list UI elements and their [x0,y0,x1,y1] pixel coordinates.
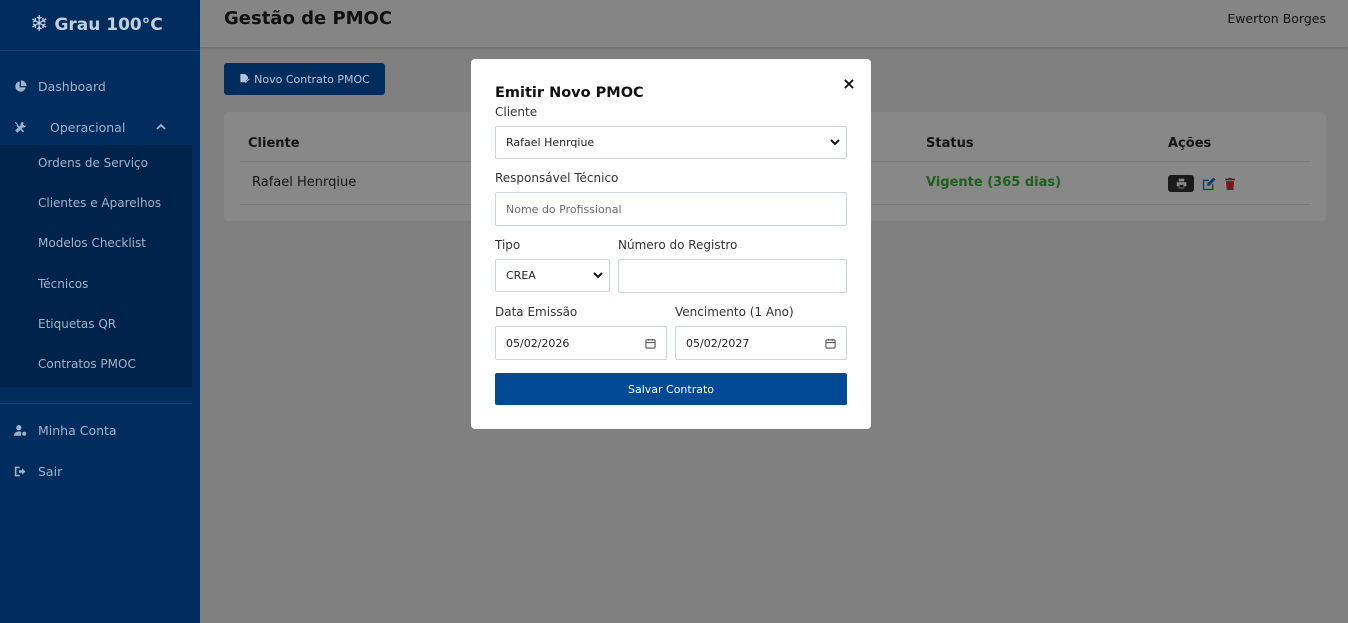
sidebar-item-label: Dashboard [38,78,106,94]
trash-icon [1225,177,1235,190]
sign-out-icon [12,463,28,479]
user-cog-icon [12,422,28,438]
emissao-value: 05/02/2026 [506,336,570,350]
sidebar-item-label: Operacional [50,119,126,135]
header-acoes: Ações [1168,136,1212,151]
chart-pie-icon [12,78,28,94]
sidebar-item-label: Sair [38,463,63,479]
registro-input[interactable] [618,259,847,293]
new-contract-label: Novo Contrato PMOC [254,72,370,86]
submenu-item-clientes[interactable]: Clientes e Aparelhos [38,193,161,213]
submenu-item-ordens[interactable]: Ordens de Serviço [38,153,148,173]
responsavel-label: Responsável Técnico [495,171,619,185]
chevron-up-icon [156,107,166,147]
brand-name: Grau 100°C [54,15,163,35]
save-contract-button[interactable]: Salvar Contrato [495,373,847,405]
calendar-icon[interactable] [825,338,836,352]
edit-icon [1202,176,1216,190]
print-button[interactable] [1168,175,1194,192]
sidebar: ❄ Grau 100°C Dashboard Operacional Orden… [0,0,200,623]
tipo-select[interactable]: CREA [495,259,610,292]
submenu-item-etiquetas[interactable]: Etiquetas QR [38,314,116,334]
cliente-select[interactable]: Rafael Henrqiue [495,126,847,159]
submenu-operacional: Ordens de Serviço Clientes e Aparelhos M… [0,145,192,387]
tipo-select-value: CREA [506,269,536,282]
vencimento-date-input[interactable]: 05/02/2027 [675,326,847,360]
snowflake-icon: ❄ [30,12,49,37]
delete-button[interactable] [1222,175,1238,192]
sidebar-item-operacional[interactable]: Operacional [0,107,200,147]
topbar: Gestão de PMOC Ewerton Borges [200,0,1348,47]
emissao-date-input[interactable]: 05/02/2026 [495,326,667,360]
submenu-item-modelos[interactable]: Modelos Checklist [38,233,146,253]
new-contract-button[interactable]: Novo Contrato PMOC [224,63,385,95]
sidebar-divider [0,403,192,404]
header-cliente: Cliente [248,136,300,151]
vencimento-value: 05/02/2027 [686,336,750,350]
sidebar-item-dashboard[interactable]: Dashboard [0,66,200,106]
registro-label: Número do Registro [618,238,738,252]
edit-button[interactable] [1200,175,1218,192]
print-icon [1176,178,1186,189]
sidebar-item-label: Minha Conta [38,422,117,438]
tools-icon [12,119,28,135]
modal-title: Emitir Novo PMOC [495,85,644,101]
header-status: Status [926,136,974,151]
new-pmoc-modal: Emitir Novo PMOC × Cliente Rafael Henrqi… [471,59,871,429]
chevron-down-icon [830,137,840,150]
file-signature-icon [240,73,250,83]
sidebar-item-sair[interactable]: Sair [0,451,200,491]
close-icon[interactable]: × [842,75,856,93]
row-cliente: Rafael Henrqiue [252,175,357,190]
tipo-label: Tipo [495,238,521,252]
user-name[interactable]: Ewerton Borges [1227,11,1326,26]
page-title: Gestão de PMOC [224,8,393,29]
calendar-icon[interactable] [645,338,656,352]
responsavel-input[interactable]: Nome do Profissional [495,192,847,226]
status-badge: Vigente (365 dias) [926,175,1062,190]
sidebar-item-minha-conta[interactable]: Minha Conta [0,410,200,450]
cliente-select-value: Rafael Henrqiue [506,136,595,149]
responsavel-placeholder: Nome do Profissional [506,202,622,216]
vencimento-label: Vencimento (1 Ano) [675,305,794,319]
submenu-item-tecnicos[interactable]: Técnicos [38,274,88,294]
submenu-item-contratos[interactable]: Contratos PMOC [38,354,136,374]
emissao-label: Data Emissão [495,305,578,319]
cliente-label: Cliente [495,105,538,119]
brand[interactable]: ❄ Grau 100°C [0,0,200,51]
chevron-down-icon [593,270,603,283]
